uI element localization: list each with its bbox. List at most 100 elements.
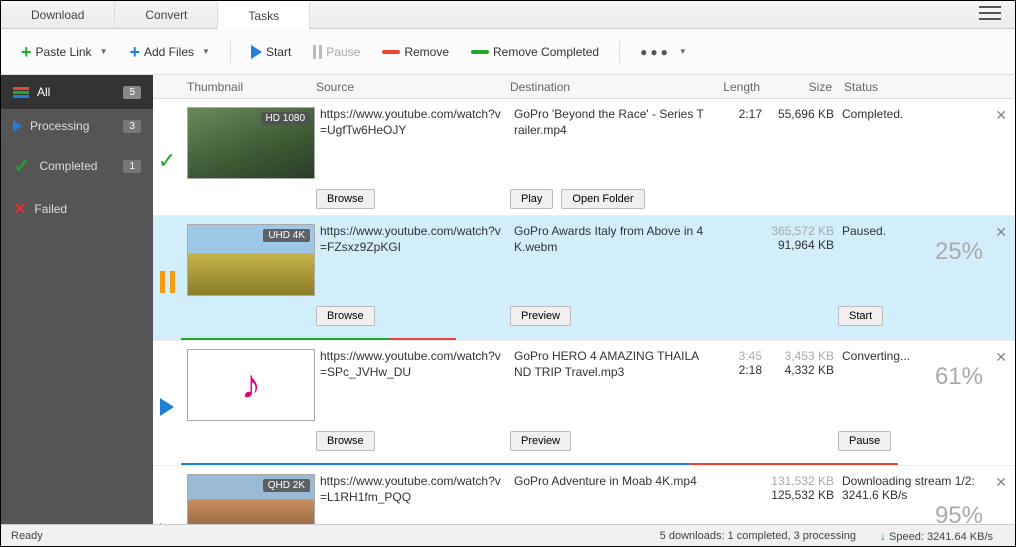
size-total: 131,532 KB — [770, 474, 834, 488]
add-files-button[interactable]: + Add Files ▼ — [121, 41, 217, 63]
source-url: https://www.youtube.com/watch?v=UgfTw6He… — [320, 107, 506, 138]
preview-button[interactable]: Preview — [510, 431, 571, 451]
download-icon: ↓ — [880, 529, 886, 543]
more-button[interactable]: ●●● ▼ — [632, 41, 695, 63]
thumbnail[interactable]: UHD 4K — [187, 224, 315, 296]
close-icon[interactable]: ✕ — [995, 474, 1007, 491]
status-text: Completed. — [838, 107, 1015, 179]
start-button[interactable]: Start — [243, 41, 299, 63]
menu-button[interactable] — [965, 2, 1015, 27]
task-row[interactable]: ✕ UHD 4K https://www.youtube.com/watch?v… — [153, 216, 1015, 341]
source-url: https://www.youtube.com/watch?v=L1RH1fm_… — [320, 474, 506, 505]
remove-label: Remove — [404, 45, 449, 59]
status-speed: Speed: 3241.64 KB/s — [889, 531, 993, 543]
play-icon — [13, 120, 22, 132]
statusbar: Ready 5 downloads: 1 completed, 3 proces… — [1, 524, 1015, 546]
size-value: 4,332 KB — [770, 363, 834, 377]
check-icon: ✓ — [158, 148, 176, 174]
resolution-badge: QHD 2K — [263, 479, 310, 492]
paste-link-label: Paste Link — [36, 45, 92, 59]
separator — [619, 41, 620, 63]
task-row[interactable]: ✕ QHD 2K https://www.youtube.com/watch?v… — [153, 466, 1015, 524]
status-text: Converting... — [842, 349, 1011, 363]
resolution-badge: HD 1080 — [261, 112, 310, 125]
paste-link-button[interactable]: + Paste Link ▼ — [13, 41, 115, 63]
count-badge: 1 — [123, 160, 141, 173]
chevron-down-icon: ▼ — [679, 47, 687, 56]
sidebar-item-processing[interactable]: Processing 3 — [1, 109, 153, 143]
sidebar-item-label: Failed — [34, 202, 141, 216]
status-ready: Ready — [11, 530, 43, 542]
destination-file: GoPro HERO 4 AMAZING THAILAND TRIP Trave… — [514, 349, 706, 380]
start-label: Start — [266, 45, 291, 59]
hamburger-icon — [979, 6, 1001, 20]
length-total: 3:45 — [714, 349, 762, 363]
task-list: Thumbnail Source Destination Length Size… — [153, 75, 1015, 524]
preview-button[interactable]: Preview — [510, 306, 571, 326]
minus-icon — [382, 50, 400, 54]
col-length[interactable]: Length — [710, 80, 766, 94]
destination-file: GoPro Adventure in Moab 4K.mp4 — [514, 474, 706, 490]
col-destination[interactable]: Destination — [510, 80, 710, 94]
dots-icon: ●●● — [640, 45, 671, 59]
thumbnail[interactable]: ♪ — [187, 349, 315, 421]
progress-bar — [181, 338, 1015, 340]
pause-row-button[interactable]: Pause — [838, 431, 891, 451]
tab-convert[interactable]: Convert — [115, 2, 218, 28]
chevron-down-icon: ▼ — [100, 47, 108, 56]
status-text: Downloading stream 1/2: 3241.6 KB/s — [842, 474, 1011, 502]
sidebar-item-completed[interactable]: ✓ Completed 1 — [1, 143, 153, 189]
plus-icon: + — [129, 45, 140, 59]
add-files-label: Add Files — [144, 45, 194, 59]
sidebar-item-label: Completed — [39, 159, 115, 173]
size-total: 3,453 KB — [770, 349, 834, 363]
resolution-badge: UHD 4K — [263, 229, 310, 242]
remove-completed-button[interactable]: Remove Completed — [463, 41, 607, 63]
size-value: 91,964 KB — [770, 238, 834, 252]
play-icon — [160, 523, 174, 524]
count-badge: 3 — [123, 120, 141, 133]
play-icon — [160, 398, 174, 416]
play-button[interactable]: Play — [510, 189, 553, 209]
pause-label: Pause — [326, 45, 360, 59]
thumbnail[interactable]: QHD 2K — [187, 474, 315, 524]
col-size[interactable]: Size — [766, 80, 838, 94]
size-total: 365,572 KB — [770, 224, 834, 238]
close-icon[interactable]: ✕ — [995, 107, 1007, 124]
tab-tasks[interactable]: Tasks — [218, 1, 310, 30]
tab-download[interactable]: Download — [1, 2, 115, 28]
task-row[interactable]: ✕ ✓ HD 1080 https://www.youtube.com/watc… — [153, 99, 1015, 216]
sidebar-item-all[interactable]: All 5 — [1, 75, 153, 109]
destination-file: GoPro 'Beyond the Race' - Series Trailer… — [514, 107, 706, 138]
col-thumbnail[interactable]: Thumbnail — [181, 80, 316, 94]
close-icon[interactable]: ✕ — [995, 224, 1007, 241]
length-value — [710, 224, 766, 296]
col-status[interactable]: Status — [838, 80, 1015, 94]
thumbnail[interactable]: HD 1080 — [187, 107, 315, 179]
sidebar-item-failed[interactable]: ✕ Failed — [1, 189, 153, 229]
chevron-down-icon: ▼ — [202, 47, 210, 56]
open-folder-button[interactable]: Open Folder — [561, 189, 644, 209]
browse-button[interactable]: Browse — [316, 189, 375, 209]
percent-value: 95% — [842, 502, 1011, 524]
size-value: 125,532 KB — [770, 488, 834, 502]
plus-icon: + — [21, 45, 32, 59]
task-row[interactable]: ✕ ♪ https://www.youtube.com/watch?v=SPc_… — [153, 341, 1015, 466]
close-icon[interactable]: ✕ — [995, 349, 1007, 366]
length-value: 2:18 — [714, 363, 762, 377]
rows-scroll[interactable]: ✕ ✓ HD 1080 https://www.youtube.com/watc… — [153, 99, 1015, 524]
status-text: Paused. — [842, 224, 1011, 238]
column-headers: Thumbnail Source Destination Length Size… — [153, 75, 1015, 99]
pause-icon — [313, 45, 322, 59]
length-value — [710, 474, 766, 524]
browse-button[interactable]: Browse — [316, 431, 375, 451]
browse-button[interactable]: Browse — [316, 306, 375, 326]
remove-completed-label: Remove Completed — [493, 45, 599, 59]
play-icon — [251, 45, 262, 59]
col-source[interactable]: Source — [316, 80, 510, 94]
remove-button[interactable]: Remove — [374, 41, 457, 63]
separator — [230, 41, 231, 63]
start-row-button[interactable]: Start — [838, 306, 883, 326]
pause-button[interactable]: Pause — [305, 41, 368, 63]
status-summary: 5 downloads: 1 completed, 3 processing — [648, 530, 868, 542]
